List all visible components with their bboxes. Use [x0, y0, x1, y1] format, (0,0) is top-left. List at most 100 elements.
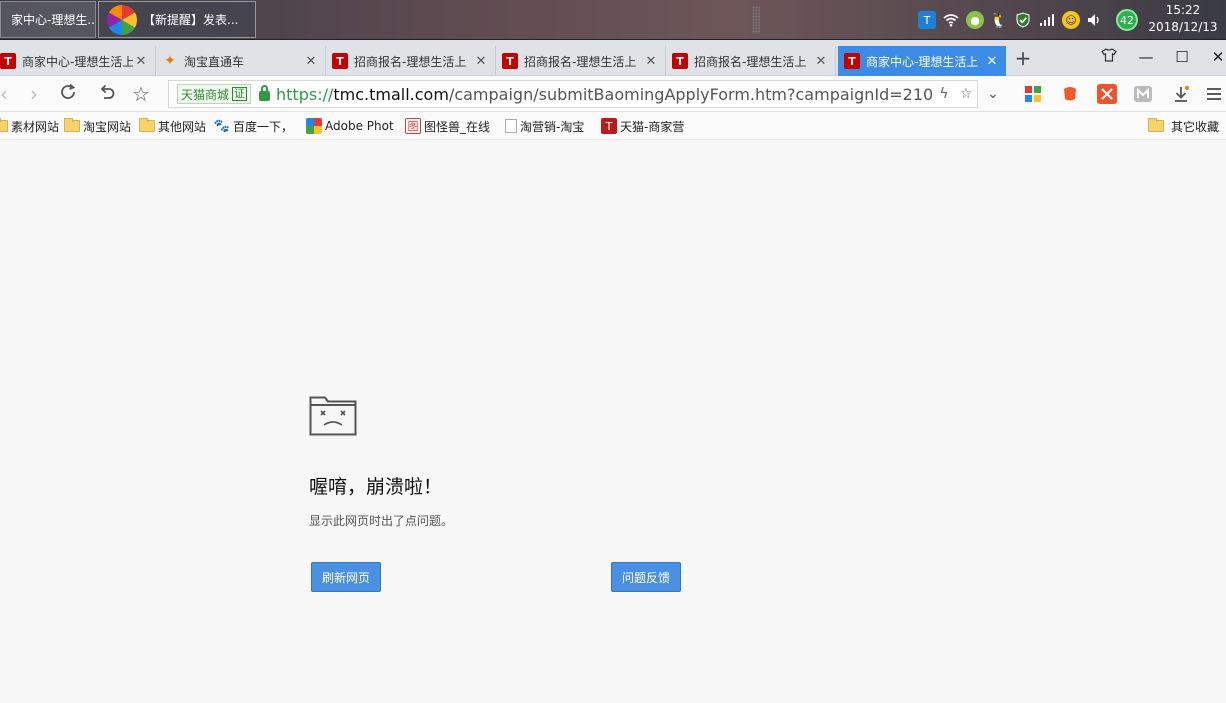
- tab-close-icon[interactable]: ✕: [303, 54, 319, 69]
- bookmark-folder-materials[interactable]: 素材网站: [0, 118, 59, 134]
- verified-badge-icon: 证: [232, 87, 248, 101]
- bookmark-folder-other-sites[interactable]: 其他网站: [139, 118, 206, 134]
- reload-page-button[interactable]: 刷新网页: [311, 562, 381, 592]
- bookmarks-bar: 素材网站 淘宝网站 其他网站 🐾 百度一下， Adobe Phot 图 图怪兽_…: [0, 112, 1226, 140]
- bookmark-label: 淘宝网站: [83, 119, 132, 134]
- bookmark-folder-taobao[interactable]: 淘宝网站: [64, 118, 131, 134]
- tab-merchant-signup-2[interactable]: T 招商报名-理想生活上 ✕: [502, 46, 666, 76]
- volume-icon[interactable]: [1086, 11, 1104, 29]
- crash-title: 喔唷，崩溃啦！: [309, 476, 443, 498]
- reload-button[interactable]: [56, 82, 80, 106]
- address-dropdown-chevron-down-icon[interactable]: ⌄: [981, 82, 1005, 106]
- back-button[interactable]: ‹: [0, 82, 16, 106]
- browser-tab-strip: T 商家中心-理想生活上 ✕ ✦ 淘宝直通车 ✕ T 招商报名-理想生活上 ✕ …: [0, 40, 1226, 76]
- favorite-star-icon[interactable]: ☆: [955, 86, 977, 102]
- folder-icon: [64, 118, 80, 132]
- tray-green-app-icon[interactable]: ●: [966, 11, 984, 29]
- wifi-icon[interactable]: [942, 11, 960, 29]
- system-tray: T ● 🐧 ☺: [918, 10, 1110, 30]
- page-icon: [505, 119, 517, 133]
- qq-icon[interactable]: 🐧: [990, 11, 1009, 29]
- tmall-favicon-icon: T: [672, 53, 688, 69]
- url-text[interactable]: https://tmc.tmall.com/campaign/submitBao…: [276, 85, 933, 104]
- tab-label: 淘宝直通车: [184, 54, 245, 69]
- tuguaishou-icon: 图: [405, 118, 421, 134]
- undo-close-tab-button[interactable]: [95, 82, 119, 106]
- bookmark-label: 其他网站: [158, 119, 207, 134]
- apps-grid-icon[interactable]: [1023, 84, 1043, 104]
- url-path: /campaign/submitBaomingApplyForm.htm?cam…: [448, 84, 933, 104]
- browser-pinwheel-icon: [107, 4, 137, 35]
- tab-merchant-center[interactable]: T 商家中心-理想生活上 ✕: [0, 46, 156, 76]
- folder-icon: [1148, 118, 1164, 132]
- tray-yellow-app-icon[interactable]: ☺: [1062, 11, 1080, 29]
- forward-button[interactable]: ›: [22, 82, 46, 106]
- tab-close-icon[interactable]: ✕: [643, 54, 659, 69]
- address-bar[interactable]: 天猫商城 证 https://tmc.tmall.com/campaign/su…: [168, 80, 978, 108]
- tab-close-icon[interactable]: ✕: [473, 54, 489, 69]
- tray-badge[interactable]: 42: [1116, 9, 1138, 31]
- close-window-button[interactable]: ✕: [1204, 46, 1226, 68]
- tab-close-icon[interactable]: ✕: [133, 54, 149, 69]
- ztc-favicon-icon: ✦: [164, 53, 176, 69]
- folder-icon: [139, 118, 155, 132]
- tab-label: 商家中心-理想生活上: [22, 54, 133, 69]
- tmall-favicon-icon: T: [0, 53, 16, 69]
- tmall-favicon-icon: T: [844, 53, 860, 69]
- bookmark-label: 天猫-商家营: [620, 119, 685, 134]
- browser-toolbar: ‹ › ☆ 天猫商城 证 https://tmc.tmall.com/campa…: [0, 76, 1226, 112]
- new-tab-button[interactable]: +: [1012, 46, 1034, 70]
- menu-hamburger-icon[interactable]: [1204, 84, 1224, 104]
- security-shield-icon[interactable]: [1014, 11, 1032, 29]
- tmall-favicon-icon: T: [502, 53, 518, 69]
- lock-icon[interactable]: [259, 85, 271, 101]
- tab-merchant-signup-3[interactable]: T 招商报名-理想生活上 ✕: [672, 46, 836, 76]
- taskbar-window-label: 家中心-理想生...: [11, 13, 96, 27]
- bookmark-tuguaishou[interactable]: 图 图怪兽_在线: [405, 118, 490, 134]
- bookmark-label: 淘营销-淘宝: [520, 119, 585, 134]
- system-clock[interactable]: 15:22 2018/12/13: [1146, 2, 1220, 36]
- bookmark-taoyingxiao[interactable]: 淘营销-淘宝: [505, 118, 584, 134]
- baidu-paw-icon: 🐾: [213, 118, 231, 134]
- taskbar-window-merchant-center[interactable]: 家中心-理想生...: [0, 1, 96, 38]
- bookmark-baidu[interactable]: 🐾 百度一下，: [214, 118, 293, 134]
- bookmark-label: 素材网站: [11, 119, 60, 134]
- bookmark-folder-other-favorites[interactable]: 其它收藏: [1148, 118, 1219, 134]
- tab-label: 招商报名-理想生活上: [694, 54, 807, 69]
- tools-icon[interactable]: [1097, 84, 1117, 104]
- adobe-icon: [306, 118, 322, 134]
- tray-app-icon[interactable]: T: [918, 11, 936, 29]
- tmall-favicon-icon: T: [601, 118, 617, 134]
- extension-m-icon[interactable]: [1133, 84, 1153, 104]
- taskbar-grip[interactable]: [752, 6, 760, 34]
- site-identity-badge[interactable]: 天猫商城 证: [177, 84, 252, 104]
- tab-merchant-center-active[interactable]: T 商家中心-理想生活上 ✕: [838, 46, 1006, 76]
- bookmark-star-button[interactable]: ☆: [129, 82, 153, 106]
- minimize-button[interactable]: —: [1132, 46, 1160, 68]
- bookmark-label: 图怪兽_在线: [424, 119, 491, 134]
- tab-close-icon[interactable]: ✕: [813, 54, 829, 69]
- feedback-button[interactable]: 问题反馈: [611, 562, 681, 592]
- crash-description: 显示此网页时出了点问题。: [309, 514, 454, 528]
- taskbar-window-label: 【新提醒】发表...: [143, 13, 239, 27]
- taskbar-window-new-reminder[interactable]: 【新提醒】发表...: [98, 1, 256, 38]
- tab-taobao-express[interactable]: ✦ 淘宝直通车 ✕: [162, 46, 326, 76]
- crash-page: 喔唷，崩溃啦！ 显示此网页时出了点问题。 刷新网页 问题反馈: [0, 141, 1226, 703]
- maximize-button[interactable]: ☐: [1168, 46, 1196, 68]
- tab-close-icon[interactable]: ✕: [984, 54, 1000, 69]
- orange-extension-icon[interactable]: [1060, 84, 1080, 104]
- bookmark-label: 其它收藏: [1171, 119, 1220, 134]
- bookmark-tmall-merchant[interactable]: T 天猫-商家营: [601, 118, 684, 134]
- tab-merchant-signup-1[interactable]: T 招商报名-理想生活上 ✕: [332, 46, 496, 76]
- tab-label: 商家中心-理想生活上: [866, 54, 979, 69]
- site-badge-label: 天猫商城: [181, 87, 230, 102]
- tab-label: 招商报名-理想生活上: [524, 54, 637, 69]
- lightning-icon[interactable]: ϟ: [933, 86, 955, 102]
- bookmark-adobe-photoshop[interactable]: Adobe Phot: [306, 118, 394, 134]
- tab-label: 招商报名-理想生活上: [354, 54, 467, 69]
- skin-shirt-icon[interactable]: [1095, 46, 1123, 68]
- folder-icon: [0, 118, 8, 132]
- download-icon[interactable]: [1171, 84, 1191, 104]
- sad-folder-icon: [309, 396, 357, 436]
- signal-icon[interactable]: [1038, 11, 1056, 29]
